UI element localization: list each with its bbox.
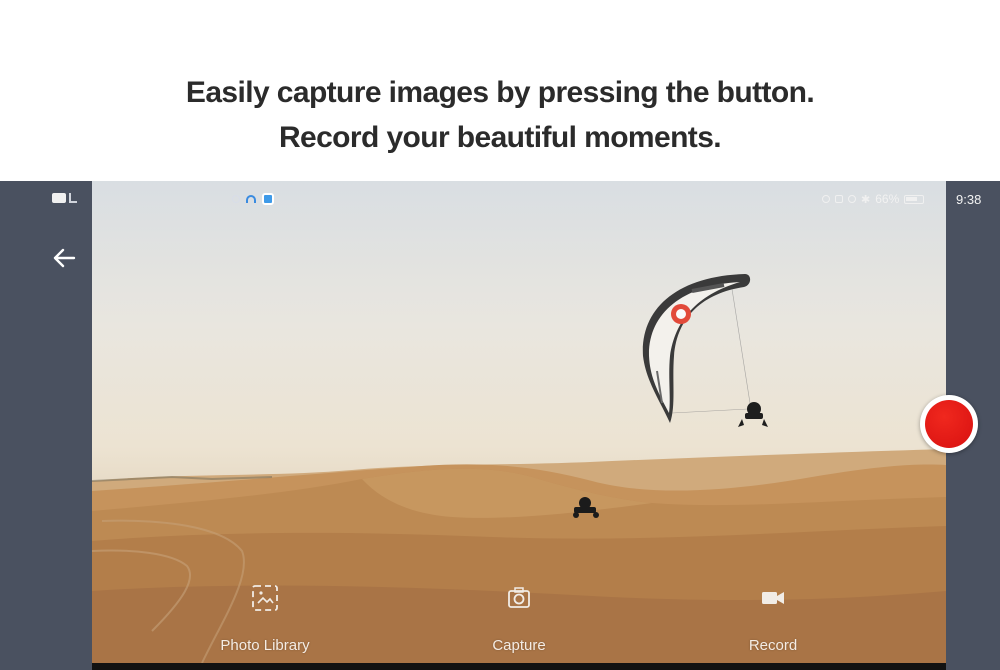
photo-library-icon (250, 583, 280, 613)
hd-signal-icon (52, 193, 66, 203)
app-notification-icon (232, 195, 240, 203)
camera-icon (504, 583, 534, 613)
capture-label: Capture (492, 637, 546, 654)
phone-screen: ✱ 66% 9:38 Photo Library Capture Record (0, 181, 1000, 670)
eye-icon (822, 195, 830, 203)
headline-line-2: Record your beautiful moments. (278, 121, 722, 154)
record-button[interactable] (920, 395, 978, 453)
back-button[interactable] (50, 243, 80, 273)
nfc-icon (835, 195, 843, 203)
status-app-icons (232, 193, 274, 205)
arrow-left-icon (53, 248, 76, 268)
video-camera-icon (758, 583, 788, 613)
alarm-icon (848, 195, 856, 203)
record-video-button[interactable]: Record (703, 579, 843, 663)
record-label: Record (748, 637, 798, 654)
capture-button[interactable]: Capture (449, 579, 589, 663)
status-bar-left (52, 193, 77, 203)
battery-icon (904, 194, 925, 204)
bottom-strip (92, 663, 946, 670)
promo-headline: Easily capture images by pressing the bu… (0, 70, 1000, 160)
app-notification-icon (246, 195, 256, 203)
bluetooth-icon: ✱ (861, 193, 871, 206)
battery-percent: 66% (875, 192, 900, 206)
status-bar-right: ✱ 66% (822, 192, 925, 206)
status-time: 9:38 (956, 192, 982, 207)
headline-line-1: Easily capture images by pressing the bu… (185, 76, 815, 109)
signal-icon (69, 193, 77, 203)
photo-library-button[interactable]: Photo Library (195, 579, 335, 663)
app-notification-icon (262, 193, 274, 205)
record-button-core (925, 400, 973, 448)
photo-library-label: Photo Library (220, 637, 310, 654)
